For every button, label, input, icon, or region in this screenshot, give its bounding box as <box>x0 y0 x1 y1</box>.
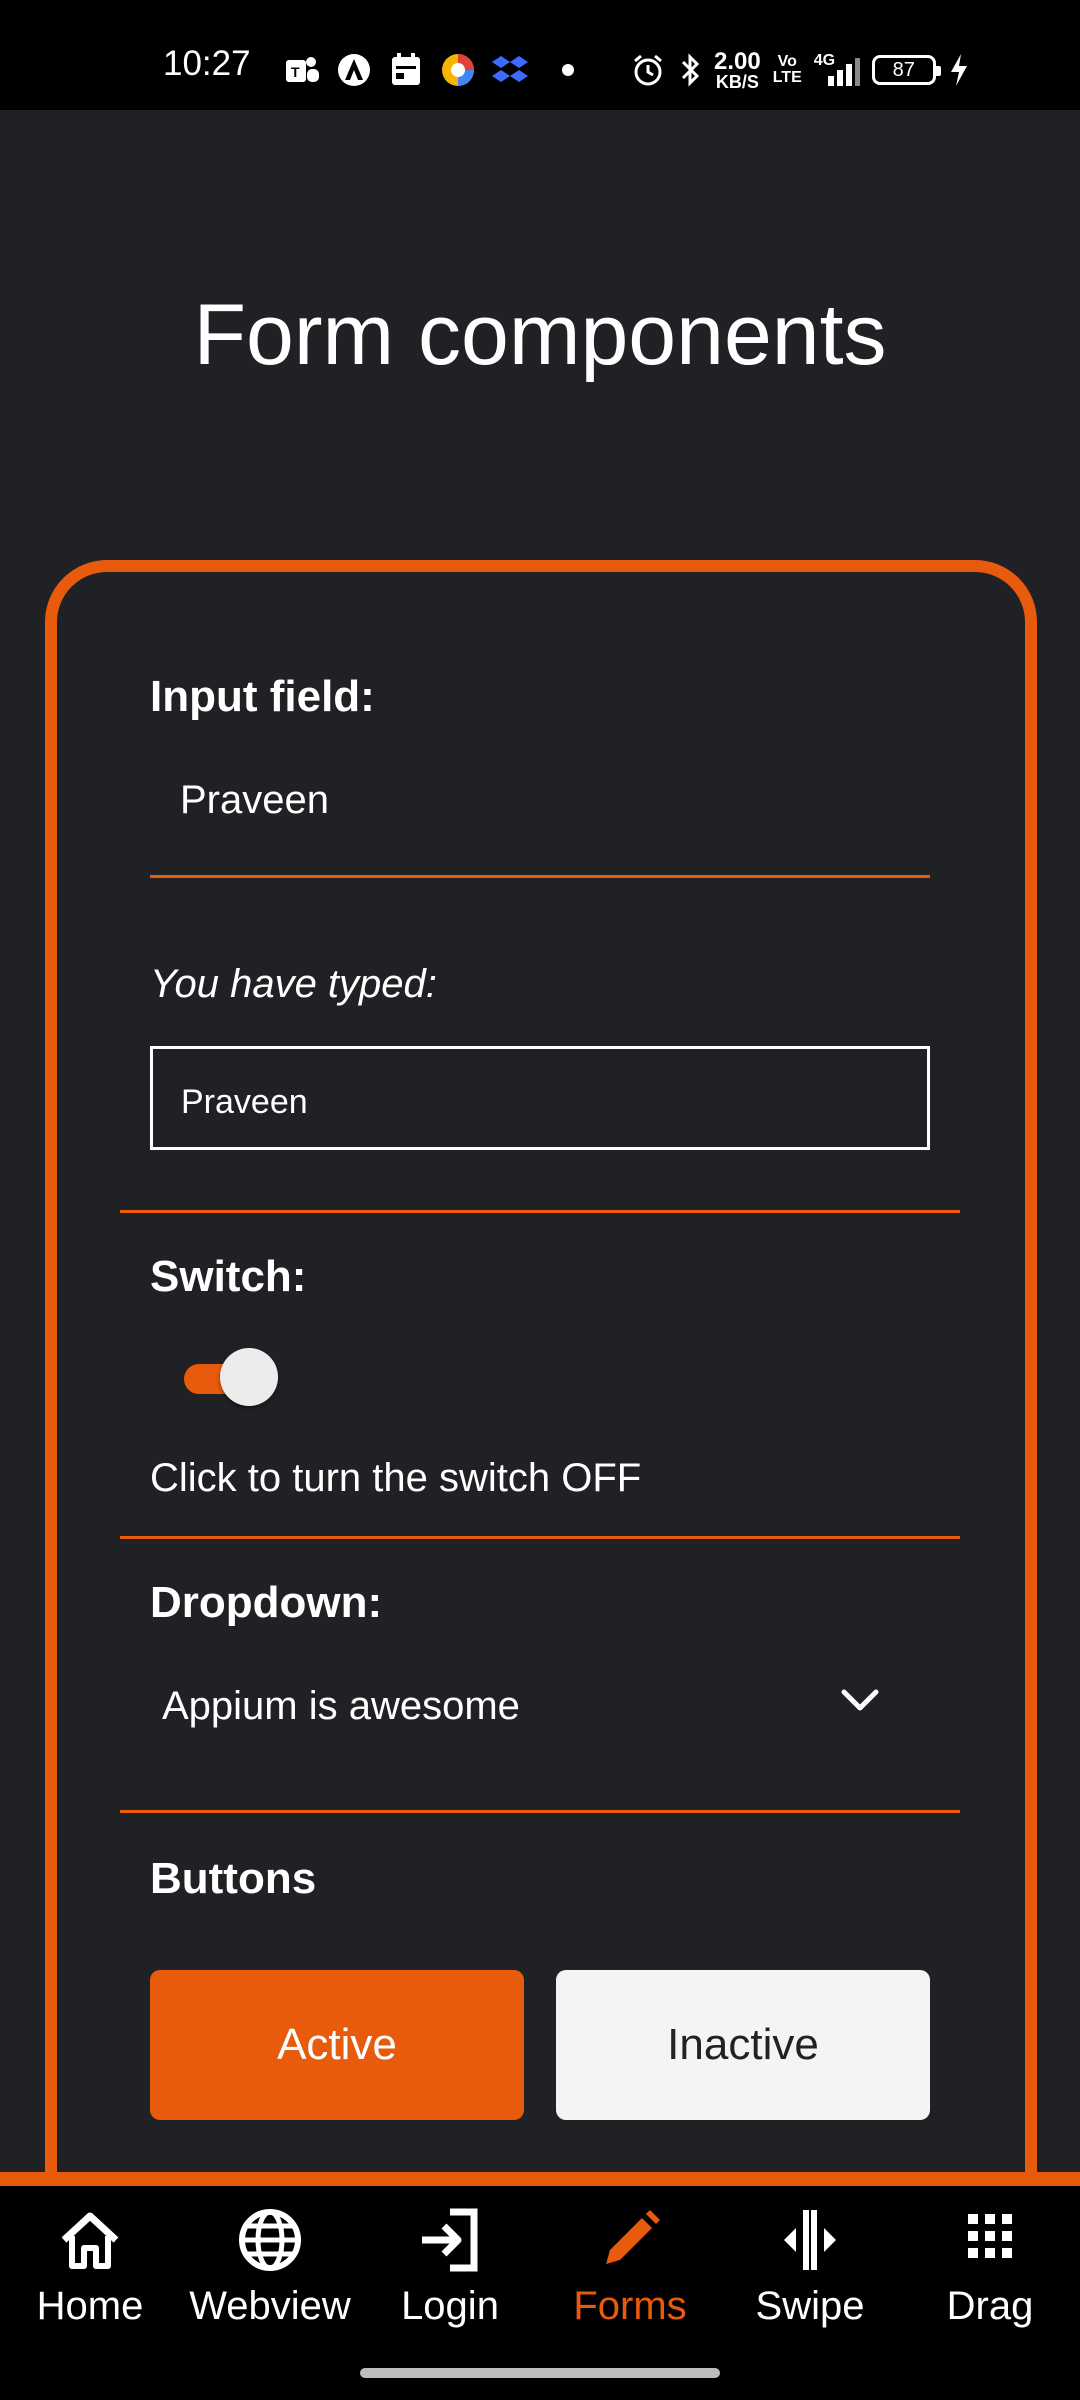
inactive-button[interactable]: Inactive <box>556 1970 930 2120</box>
chevron-down-icon <box>841 1689 879 1711</box>
swipe-icon <box>784 2210 836 2270</box>
svg-text:T: T <box>291 64 300 80</box>
tab-label: Swipe <box>755 2284 865 2328</box>
network-speed: 2.00 KB/S <box>714 48 761 92</box>
tab-home[interactable]: Home <box>0 2204 180 2354</box>
text-input[interactable]: Praveen <box>150 758 930 878</box>
switch-label: Switch: <box>150 1252 307 1301</box>
typed-result-value: Praveen <box>181 1083 308 1121</box>
volte-indicator: Vo LTE <box>772 53 802 86</box>
more-notifications-dot <box>562 64 574 76</box>
system-status: 2.00 KB/S Vo LTE 4G 87 <box>630 48 970 92</box>
pencil-icon <box>606 2210 660 2264</box>
status-bar: 10:27 T 2.00 KB/S Vo LTE 4G 87 <box>0 0 1080 110</box>
tab-label: Forms <box>573 2284 687 2328</box>
dropdown-selected-value: Appium is awesome <box>162 1684 520 1728</box>
active-button[interactable]: Active <box>150 1970 524 2120</box>
home-icon <box>61 2212 119 2269</box>
switch-status-text: Click to turn the switch OFF <box>150 1456 642 1500</box>
bluetooth-icon <box>681 53 700 87</box>
divider <box>120 1810 960 1813</box>
tab-label: Login <box>401 2284 499 2328</box>
dropdown-label: Dropdown: <box>150 1578 383 1627</box>
switch-thumb <box>220 1348 278 1406</box>
app-a-icon <box>334 50 374 90</box>
signal-icon: 4G <box>814 52 860 88</box>
notification-icons: T <box>282 48 574 92</box>
typed-label: You have typed: <box>150 962 437 1006</box>
typed-result-box: Praveen <box>150 1046 930 1150</box>
teams-icon: T <box>282 50 322 90</box>
login-icon <box>422 2208 478 2272</box>
dropdown-select[interactable]: Appium is awesome <box>150 1660 930 1760</box>
tab-label: Drag <box>946 2284 1034 2328</box>
tab-label: Home <box>36 2284 144 2328</box>
bottom-tab-bar: Home Webview Login Forms Swipe Drag <box>0 2172 1080 2400</box>
status-time: 10:27 <box>163 44 251 83</box>
tab-label: Webview <box>189 2284 351 2328</box>
input-field-label: Input field: <box>150 672 375 721</box>
buttons-label: Buttons <box>150 1854 317 1903</box>
input-value: Praveen <box>180 778 329 822</box>
tab-drag[interactable]: Drag <box>900 2204 1080 2354</box>
charging-icon <box>950 54 967 86</box>
tab-login[interactable]: Login <box>360 2204 540 2354</box>
calendar-icon <box>386 50 426 90</box>
tab-forms[interactable]: Forms <box>540 2204 720 2354</box>
dropbox-icon <box>490 50 530 90</box>
home-indicator[interactable] <box>360 2368 720 2378</box>
battery-indicator: 87 <box>871 55 941 85</box>
grid-icon <box>968 2214 1012 2258</box>
alarm-icon <box>634 54 662 86</box>
tab-swipe[interactable]: Swipe <box>720 2204 900 2354</box>
toggle-switch[interactable] <box>184 1348 280 1406</box>
divider <box>120 1210 960 1213</box>
globe-icon <box>239 2209 301 2271</box>
page-title: Form components <box>193 287 887 383</box>
tab-webview[interactable]: Webview <box>180 2204 360 2354</box>
colorful-app-icon <box>438 50 478 90</box>
divider <box>120 1536 960 1539</box>
